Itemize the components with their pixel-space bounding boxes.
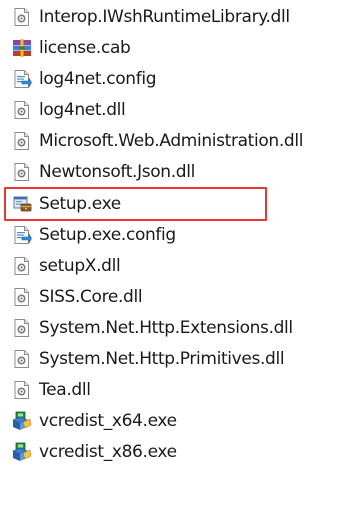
config-file-icon — [12, 69, 32, 89]
file-item-vcredist-x64-exe[interactable]: vcredist_x64.exe — [12, 406, 177, 436]
highlight-box — [4, 187, 267, 221]
file-name: Microsoft.Web.Administration.dll — [39, 130, 304, 151]
file-item-vcredist-x86-exe[interactable]: vcredist_x86.exe — [12, 437, 177, 467]
file-name: license.cab — [39, 37, 131, 58]
dll-file-icon — [12, 131, 32, 151]
file-name: Setup.exe.config — [39, 224, 176, 245]
file-name: setupX.dll — [39, 255, 121, 276]
file-item-siss-core-dll[interactable]: SISS.Core.dll — [12, 282, 143, 312]
config-file-icon — [12, 225, 32, 245]
file-item-log4net-config[interactable]: log4net.config — [12, 64, 157, 94]
file-item-license-cab[interactable]: license.cab — [12, 33, 131, 63]
file-item-system-net-http-primitives-dll[interactable]: System.Net.Http.Primitives.dll — [12, 344, 285, 374]
file-name: System.Net.Http.Primitives.dll — [39, 348, 285, 369]
dll-file-icon — [12, 287, 32, 307]
file-name: System.Net.Http.Extensions.dll — [39, 317, 293, 338]
file-name: vcredist_x86.exe — [39, 441, 177, 462]
dll-file-icon — [12, 256, 32, 276]
installer-exe-icon — [12, 442, 32, 462]
file-name: SISS.Core.dll — [39, 286, 143, 307]
file-name: Interop.IWshRuntimeLibrary.dll — [39, 6, 290, 27]
winrar-archive-icon — [12, 38, 32, 58]
dll-file-icon — [12, 318, 32, 338]
file-name: Newtonsoft.Json.dll — [39, 161, 195, 182]
file-name: log4net.config — [39, 68, 157, 89]
dll-file-icon — [12, 380, 32, 400]
installer-exe-icon — [12, 411, 32, 431]
dll-file-icon — [12, 349, 32, 369]
dll-file-icon — [12, 100, 32, 120]
dll-file-icon — [12, 7, 32, 27]
file-item-newtonsoft-json-dll[interactable]: Newtonsoft.Json.dll — [12, 157, 195, 187]
file-item-setup-exe-config[interactable]: Setup.exe.config — [12, 220, 176, 250]
file-name: Tea.dll — [39, 379, 91, 400]
file-item-setupx-dll[interactable]: setupX.dll — [12, 251, 121, 281]
file-name: vcredist_x64.exe — [39, 410, 177, 431]
file-item-tea-dll[interactable]: Tea.dll — [12, 375, 91, 405]
file-item-log4net-dll[interactable]: log4net.dll — [12, 95, 126, 125]
dll-file-icon — [12, 162, 32, 182]
file-item-microsoft-web-administration-dll[interactable]: Microsoft.Web.Administration.dll — [12, 126, 303, 156]
file-item-system-net-http-extensions-dll[interactable]: System.Net.Http.Extensions.dll — [12, 313, 293, 343]
file-item-interop-iwshruntimelibrary-dll[interactable]: Interop.IWshRuntimeLibrary.dll — [12, 2, 290, 32]
file-name: log4net.dll — [39, 99, 126, 120]
